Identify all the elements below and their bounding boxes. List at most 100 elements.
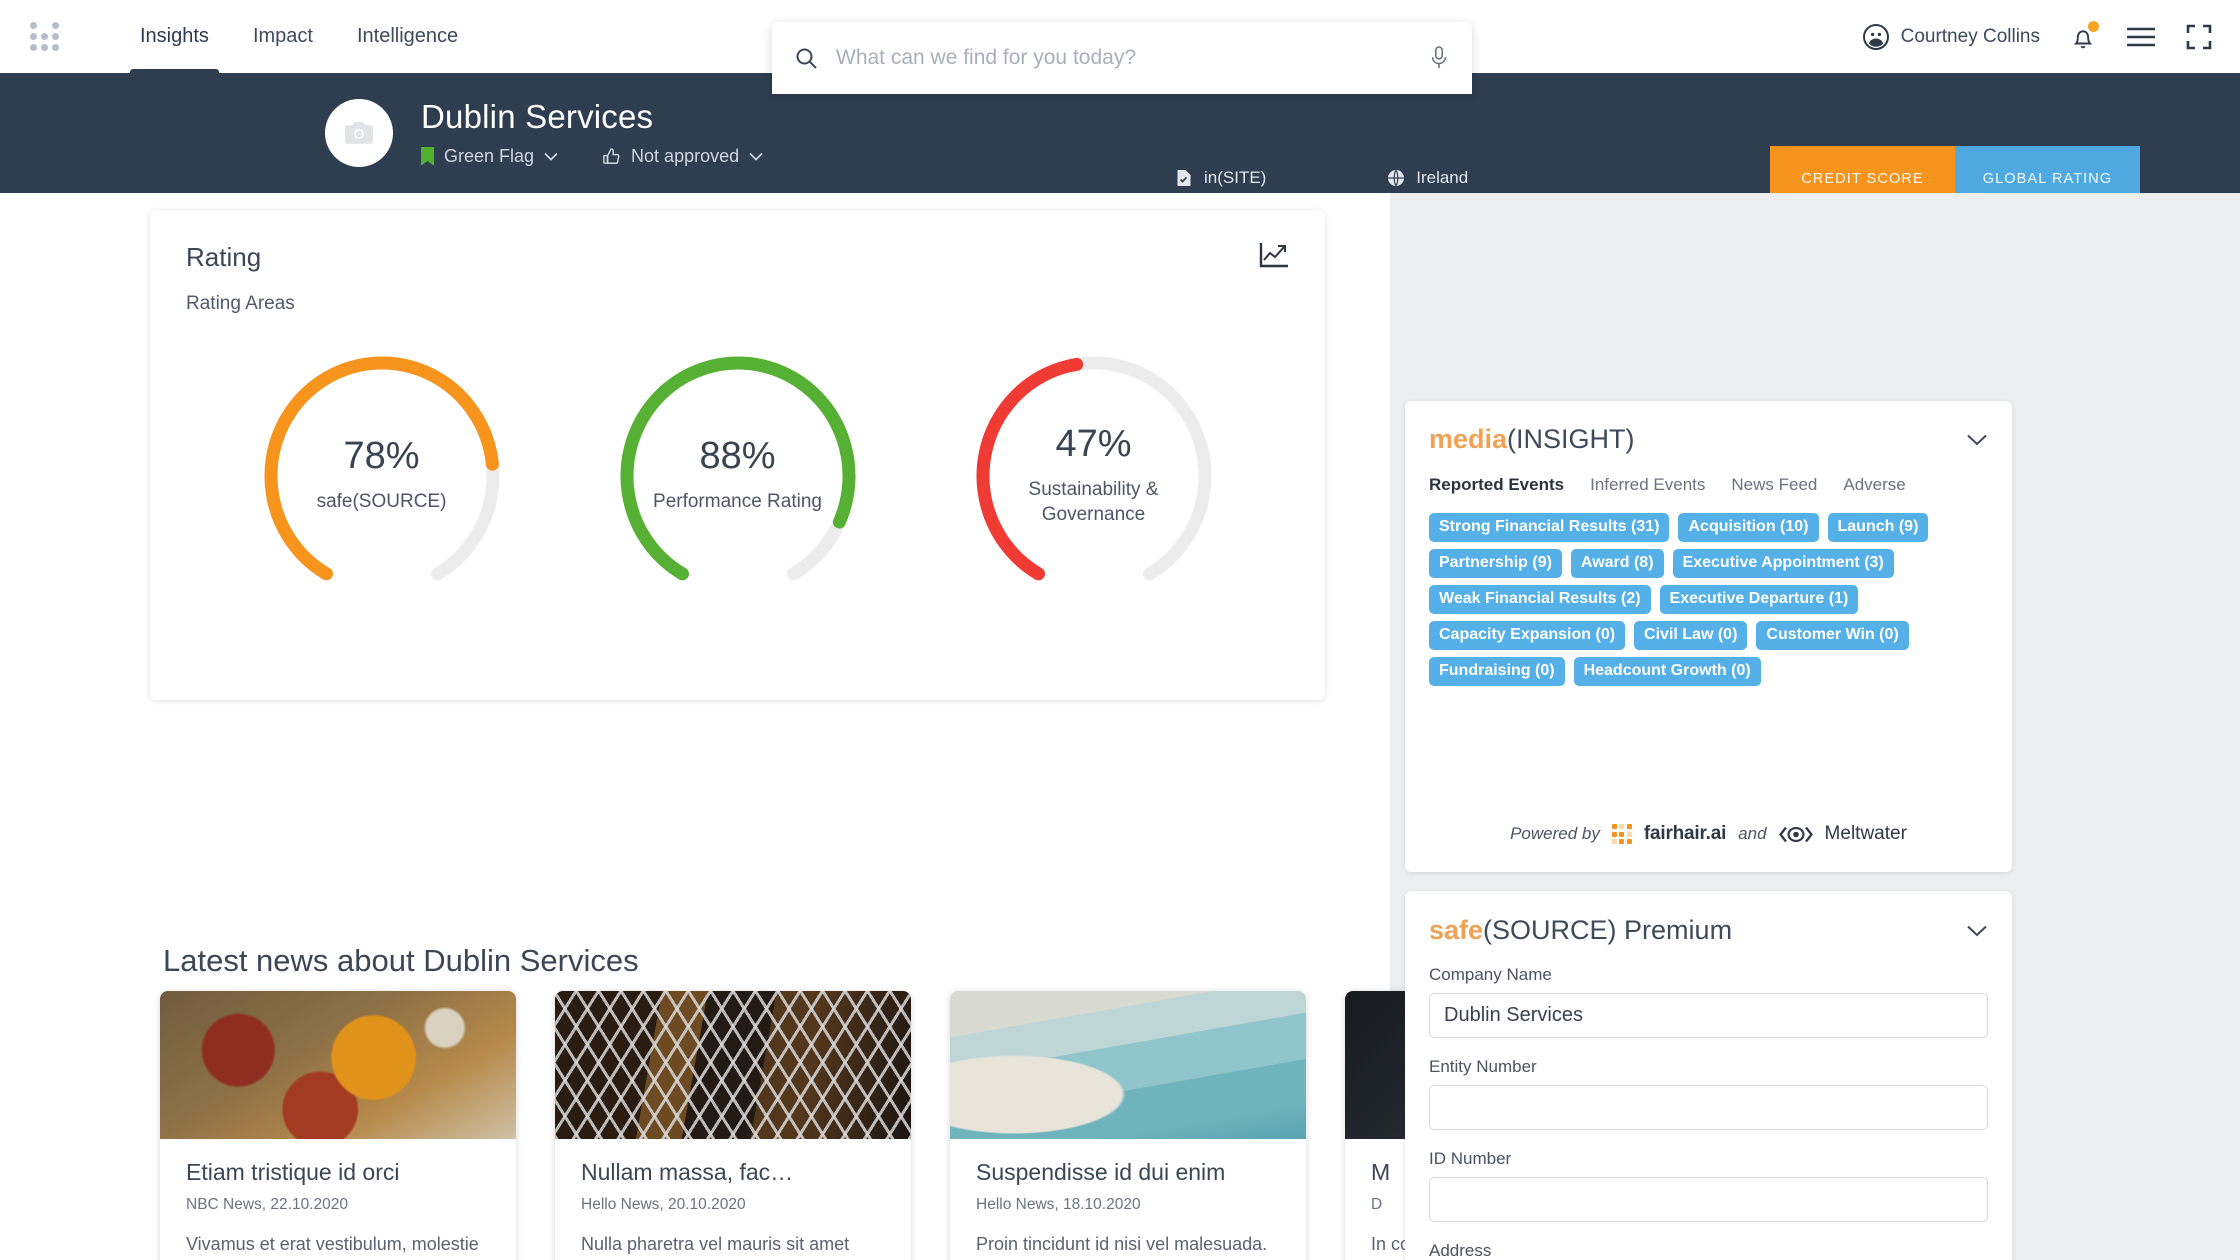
nav-link-intelligence-label: Intelligence xyxy=(356,25,459,47)
event-tag[interactable]: Award (8) xyxy=(1570,549,1664,578)
global-rating-label: GLOBAL RATING xyxy=(1982,171,2113,187)
event-tag[interactable]: Executive Departure (1) xyxy=(1659,585,1859,614)
fullscreen-icon xyxy=(2186,24,2212,49)
rating-card-title: Rating xyxy=(186,242,262,272)
microphone-icon[interactable] xyxy=(1428,45,1450,71)
gauge-performance-rating-text: 88% Performance Rating xyxy=(638,437,838,514)
gauge-performance-rating-label: Performance Rating xyxy=(653,491,822,513)
news-card[interactable]: Nullam massa, fac… Hello News, 20.10.202… xyxy=(555,991,911,1260)
company-name-field[interactable] xyxy=(1429,993,1988,1038)
event-tag[interactable]: Executive Appointment (3) xyxy=(1672,549,1894,578)
event-tag[interactable]: Fundraising (0) xyxy=(1429,657,1565,686)
meltwater-eye-icon xyxy=(1778,826,1813,842)
hamburger-menu-button[interactable] xyxy=(2126,26,2156,48)
application-root: Insights Impact Intelligence What can we… xyxy=(0,0,2240,1260)
company-name: Dublin Services xyxy=(421,98,654,136)
search-input[interactable] xyxy=(836,46,1428,70)
news-card-body: Nullam massa, fac… Hello News, 20.10.202… xyxy=(555,1139,911,1260)
gauge-safe-source-label: safe(SOURCE) xyxy=(316,491,447,513)
news-card-text: Vivamus et erat vestibulum, molestie fel… xyxy=(186,1233,479,1254)
trend-chart-icon[interactable] xyxy=(1259,242,1289,268)
news-card-headline: Etiam tristique id orci xyxy=(186,1159,400,1185)
flag-status-dropdown[interactable]: Green Flag xyxy=(421,146,558,167)
company-identity: Dublin Services Green Flag Not approved xyxy=(421,99,763,166)
news-card[interactable]: Etiam tristique id orci NBC News, 22.10.… xyxy=(160,991,516,1260)
gauge-performance-rating[interactable]: 88% Performance Rating xyxy=(604,351,872,601)
media-insight-panel: media(INSIGHT) Reported Events Inferred … xyxy=(1405,401,2012,872)
tab-reported-events[interactable]: Reported Events xyxy=(1429,475,1564,495)
meltwater-name: Meltwater xyxy=(1824,823,1907,844)
news-card-text: Proin tincidunt id nisi vel malesuada. C… xyxy=(976,1233,1268,1254)
company-country[interactable]: Ireland xyxy=(1387,168,1558,188)
document-check-icon xyxy=(1177,170,1191,186)
event-tag[interactable]: Weak Financial Results (2) xyxy=(1429,585,1651,614)
event-tag[interactable]: Acquisition (10) xyxy=(1678,513,1819,542)
chevron-down-icon[interactable] xyxy=(1966,433,1988,446)
event-tag[interactable]: Capacity Expansion (0) xyxy=(1429,621,1626,650)
event-tag[interactable]: Civil Law (0) xyxy=(1634,621,1748,650)
credit-score-label: CREDIT SCORE xyxy=(1801,171,1924,187)
id-number-field[interactable] xyxy=(1429,1177,1988,1222)
approval-status-dropdown[interactable]: Not approved xyxy=(602,146,763,167)
safe-source-title-brand: safe xyxy=(1429,915,1484,945)
user-name-label: Courtney Collins xyxy=(1900,25,2040,47)
camera-placeholder-icon xyxy=(345,122,373,144)
news-section-title: Latest news about Dublin Services xyxy=(163,943,639,978)
globe-icon xyxy=(1388,170,1405,186)
event-tag[interactable]: Strong Financial Results (31) xyxy=(1429,513,1670,542)
company-country-label: Ireland xyxy=(1416,168,1469,187)
chevron-down-icon[interactable] xyxy=(1966,924,1988,937)
nav-link-insights[interactable]: Insights xyxy=(118,0,231,73)
fairhair-name: fairhair.ai xyxy=(1643,823,1727,844)
green-flag-icon xyxy=(421,146,434,166)
tab-news-feed[interactable]: News Feed xyxy=(1731,475,1817,495)
document-link-insite[interactable]: in(SITE) xyxy=(1175,168,1302,188)
tab-inferred-events[interactable]: Inferred Events xyxy=(1590,475,1705,495)
gauge-sustainability-governance-label: Sustainability & Governance xyxy=(1028,478,1159,525)
tab-adverse[interactable]: Adverse xyxy=(1843,475,1905,495)
grid-launcher-icon[interactable] xyxy=(30,21,60,52)
media-insight-header: media(INSIGHT) xyxy=(1429,424,1988,455)
event-tag[interactable]: Headcount Growth (0) xyxy=(1573,657,1761,686)
rating-card-header: Rating xyxy=(186,242,1289,273)
safe-source-title-rest: (SOURCE) Premium xyxy=(1483,915,1733,945)
id-number-field-label: ID Number xyxy=(1429,1149,1512,1168)
gauge-sustainability-governance-text: 47% Sustainability & Governance xyxy=(994,425,1194,528)
user-avatar-icon xyxy=(1862,23,1889,50)
news-card-text: Nulla pharetra vel mauris sit amet dapib… xyxy=(581,1233,850,1254)
news-card-source: Hello News, 20.10.2020 xyxy=(581,1195,746,1213)
media-insight-title-rest: (INSIGHT) xyxy=(1507,424,1635,454)
news-card-image xyxy=(160,991,516,1139)
news-card[interactable]: Suspendisse id dui enim Hello News, 18.1… xyxy=(950,991,1306,1260)
news-card-image xyxy=(950,991,1306,1139)
nav-link-intelligence[interactable]: Intelligence xyxy=(335,0,480,73)
notification-badge xyxy=(2088,20,2099,32)
news-card-body: Suspendisse id dui enim Hello News, 18.1… xyxy=(950,1139,1306,1260)
hamburger-menu-icon xyxy=(2127,27,2155,46)
news-card-source: NBC News, 22.10.2020 xyxy=(186,1195,348,1213)
flag-status-label: Green Flag xyxy=(444,145,535,166)
nav-link-impact[interactable]: Impact xyxy=(231,0,335,73)
nav-link-insights-label: Insights xyxy=(140,25,209,47)
gauge-sustainability-governance[interactable]: 47% Sustainability & Governance xyxy=(960,351,1228,601)
user-menu[interactable]: Courtney Collins xyxy=(1862,23,2040,50)
top-navigation-bar: Insights Impact Intelligence What can we… xyxy=(0,0,2240,94)
event-tag[interactable]: Launch (9) xyxy=(1827,513,1929,542)
fullscreen-button[interactable] xyxy=(2186,24,2212,50)
gauge-safe-source[interactable]: 78% safe(SOURCE) xyxy=(248,351,516,601)
event-tag[interactable]: Partnership (9) xyxy=(1429,549,1562,578)
search-icon xyxy=(796,48,817,69)
rating-card: Rating Rating Areas 78% safe(SOURCE) 88%… xyxy=(150,210,1325,700)
gauge-sustainability-governance-value: 47% xyxy=(1055,422,1132,465)
global-search-bar[interactable] xyxy=(772,22,1472,94)
gauge-safe-source-text: 78% safe(SOURCE) xyxy=(282,437,482,514)
entity-number-field[interactable] xyxy=(1429,1085,1988,1130)
news-card-headline: Nullam massa, fac… xyxy=(581,1159,794,1185)
rating-gauges: 78% safe(SOURCE) 88% Performance Rating xyxy=(186,351,1289,601)
top-nav-right-actions: Courtney Collins xyxy=(1862,0,2212,73)
notifications-button[interactable] xyxy=(2070,20,2099,51)
event-tag[interactable]: Customer Win (0) xyxy=(1756,621,1909,650)
gauge-safe-source-value: 78% xyxy=(343,435,420,478)
company-logo-placeholder[interactable] xyxy=(325,99,393,167)
news-card-source: Hello News, 18.10.2020 xyxy=(976,1195,1141,1213)
